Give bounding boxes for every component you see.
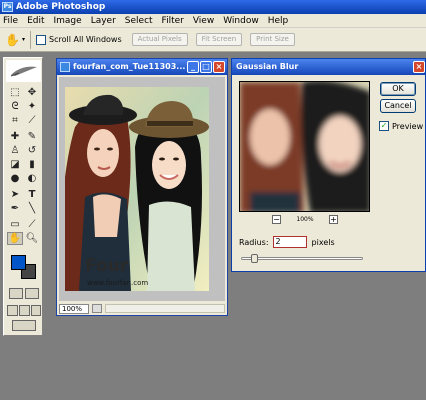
radius-slider-thumb[interactable]	[251, 254, 258, 263]
preview-zoom-controls: − 100% +	[272, 215, 338, 224]
menu-window[interactable]: Window	[223, 16, 259, 26]
jump-to-imageready-icon[interactable]	[12, 320, 36, 331]
lasso-tool-icon[interactable]: ᘓ	[7, 100, 23, 113]
radius-row: Radius: 2 pixels	[239, 236, 335, 248]
fit-screen-button[interactable]: Fit Screen	[195, 33, 243, 46]
preview-checkbox[interactable]: ✓	[379, 121, 389, 131]
document-window: fourfan_com_Tue11303... _ □ × Four www.f…	[56, 58, 228, 316]
menu-file[interactable]: File	[3, 16, 18, 26]
standard-mode-icon[interactable]	[9, 288, 23, 299]
tool-preset-picker[interactable]: ✋ ▾	[4, 31, 26, 49]
move-tool-icon[interactable]: ✥	[24, 86, 40, 99]
quick-mask-icon[interactable]	[25, 288, 39, 299]
menu-bar: File Edit Image Layer Select Filter View…	[0, 14, 426, 28]
blur-tool-icon[interactable]: ●	[7, 172, 23, 185]
shape-tool-icon[interactable]: ╲	[24, 202, 40, 215]
close-icon[interactable]: ×	[413, 61, 425, 73]
radius-slider-track[interactable]	[241, 254, 363, 263]
zoom-out-button[interactable]: −	[272, 215, 281, 224]
hand-icon: ✋	[5, 32, 20, 47]
ok-button[interactable]: OK	[380, 82, 416, 96]
brush-tool-icon[interactable]: ✎	[24, 130, 40, 143]
preview-zoom-value: 100%	[296, 216, 314, 223]
zoom-tool-icon[interactable]: 🔍︎	[24, 232, 40, 245]
zoom-in-button[interactable]: +	[329, 215, 338, 224]
feather-icon	[6, 60, 41, 82]
menu-select[interactable]: Select	[125, 16, 153, 26]
pen-tool-icon[interactable]: ✒	[7, 202, 23, 215]
history-brush-icon[interactable]: ↺	[24, 144, 40, 157]
preview-toggle[interactable]: ✓ Preview	[379, 121, 423, 131]
horizontal-scrollbar[interactable]	[105, 304, 225, 313]
document-title-bar[interactable]: fourfan_com_Tue11303... _ □ ×	[57, 59, 227, 75]
close-icon[interactable]: ×	[213, 61, 225, 73]
menu-view[interactable]: View	[193, 16, 214, 26]
blur-preview-image[interactable]	[239, 81, 370, 212]
gradient-tool-icon[interactable]: ▮	[24, 158, 40, 171]
cancel-button[interactable]: Cancel	[380, 99, 416, 113]
hand-tool-icon[interactable]: ✋	[7, 232, 23, 245]
marquee-tool-icon[interactable]: ⬚	[7, 86, 23, 99]
app-title-bar: Ps Adobe Photoshop	[0, 0, 426, 14]
app-title: Adobe Photoshop	[16, 2, 106, 12]
menu-filter[interactable]: Filter	[162, 16, 184, 26]
menu-help[interactable]: Help	[268, 16, 289, 26]
eraser-tool-icon[interactable]: ◪	[7, 158, 23, 171]
eyedropper-icon[interactable]: ⟋	[24, 218, 40, 231]
dialog-title-bar[interactable]: Gaussian Blur ×	[232, 59, 425, 75]
radius-unit-label: pixels	[311, 237, 335, 247]
tools-panel: ⬚ ✥ ᘓ ✦ ⌗ ⟋ ✚ ✎ ♙ ↺ ◪ ▮ ● ◐ ➤ T ✒ ╲ ▭ ⟋ …	[3, 57, 43, 336]
healing-brush-icon[interactable]: ✚	[7, 130, 23, 143]
watermark-logo-text: Four	[85, 256, 129, 276]
document-zoom-field[interactable]: 100%	[59, 303, 89, 314]
options-bar: ✋ ▾ Scroll All Windows Actual Pixels Fit…	[0, 28, 426, 52]
radius-label: Radius:	[239, 237, 269, 247]
magic-wand-icon[interactable]: ✦	[24, 100, 40, 113]
document-icon	[60, 62, 70, 72]
actual-pixels-button[interactable]: Actual Pixels	[131, 33, 188, 46]
clone-stamp-icon[interactable]: ♙	[7, 144, 23, 157]
photoshop-logo-icon: Ps	[2, 2, 13, 12]
document-status-bar: 100%	[59, 303, 225, 314]
document-canvas-area[interactable]: Four www.fourfan.com	[59, 77, 225, 301]
slice-tool-icon[interactable]: ⟋	[24, 114, 40, 127]
watermark-url: www.fourfan.com	[87, 279, 148, 287]
menu-edit[interactable]: Edit	[27, 16, 44, 26]
maximize-icon[interactable]: □	[200, 61, 212, 73]
preview-label: Preview	[392, 121, 424, 131]
dodge-tool-icon[interactable]: ◐	[24, 172, 40, 185]
document-title: fourfan_com_Tue11303...	[73, 62, 186, 71]
dialog-title: Gaussian Blur	[236, 62, 299, 71]
type-tool-icon[interactable]: T	[24, 188, 40, 201]
screen-mode-full-icon[interactable]	[31, 305, 41, 316]
notes-tool-icon[interactable]: ▭	[7, 218, 23, 231]
screen-mode-standard-icon[interactable]	[7, 305, 18, 316]
photo-image: Four www.fourfan.com	[65, 87, 209, 291]
screen-mode-full-menu-icon[interactable]	[19, 305, 30, 316]
menu-layer[interactable]: Layer	[91, 16, 116, 26]
gaussian-blur-dialog: Gaussian Blur × OK Cancel ✓ Preview − 10…	[231, 58, 426, 272]
path-selection-icon[interactable]: ➤	[7, 188, 23, 201]
scroll-all-windows-label: Scroll All Windows	[49, 35, 122, 44]
chevron-down-icon: ▾	[21, 36, 25, 43]
crop-tool-icon[interactable]: ⌗	[7, 114, 23, 127]
minimize-icon[interactable]: _	[187, 61, 199, 73]
foreground-color-swatch[interactable]	[11, 255, 26, 270]
menu-image[interactable]: Image	[54, 16, 82, 26]
options-separator	[30, 30, 31, 49]
document-window-controls: _ □ ×	[186, 61, 225, 73]
scroll-all-windows-checkbox[interactable]	[36, 34, 46, 45]
radius-input[interactable]: 2	[272, 236, 307, 248]
status-info-icon[interactable]	[92, 304, 102, 313]
print-size-button[interactable]: Print Size	[250, 33, 295, 46]
